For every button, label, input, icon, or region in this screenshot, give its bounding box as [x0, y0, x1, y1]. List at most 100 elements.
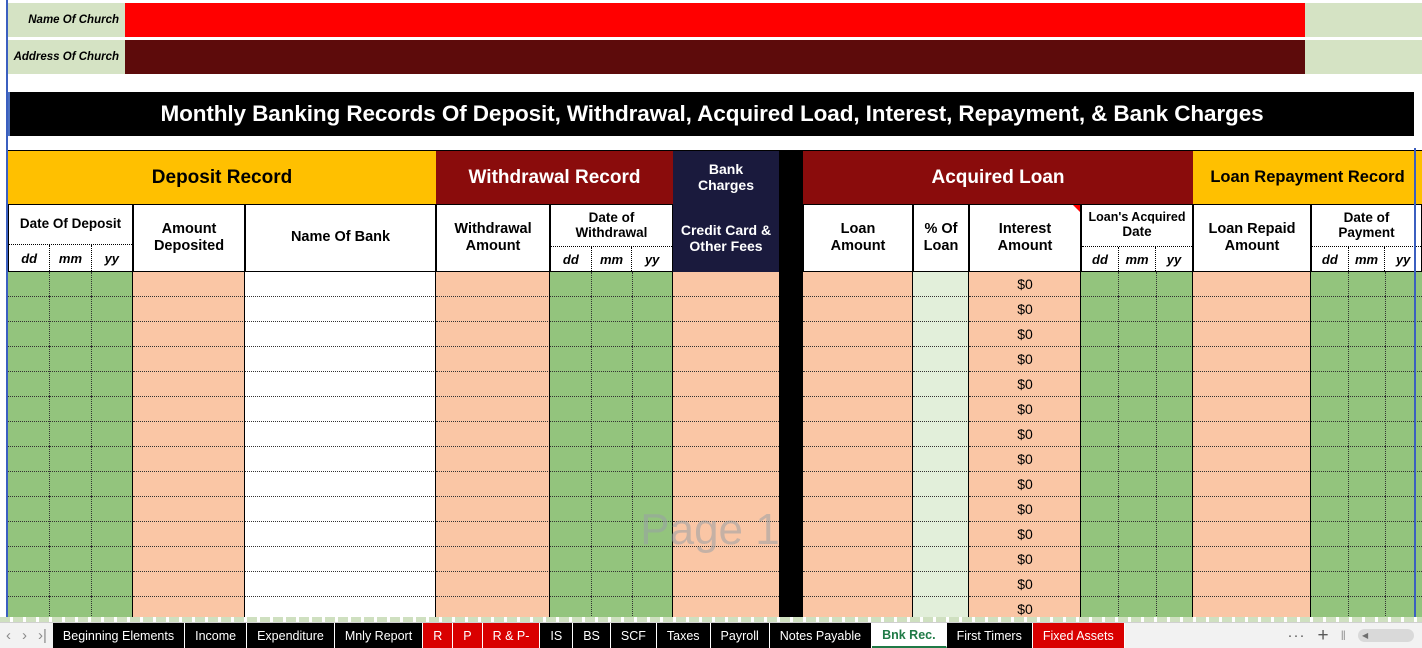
table-cell[interactable] — [245, 572, 436, 597]
column-withdrawal-amount[interactable] — [436, 272, 550, 622]
table-cell[interactable] — [8, 272, 49, 297]
table-cell[interactable] — [8, 547, 49, 572]
table-cell[interactable] — [591, 422, 632, 447]
table-cell[interactable] — [91, 547, 133, 572]
table-cell[interactable] — [8, 472, 49, 497]
table-cell[interactable] — [436, 497, 550, 522]
table-cell[interactable] — [1193, 472, 1311, 497]
table-cell[interactable] — [1156, 297, 1193, 322]
table-cell[interactable] — [8, 522, 49, 547]
table-cell[interactable] — [1118, 322, 1156, 347]
table-cell[interactable] — [436, 447, 550, 472]
table-cell[interactable] — [1311, 272, 1348, 297]
table-cell[interactable] — [1348, 322, 1385, 347]
table-cell[interactable] — [133, 372, 245, 397]
table-cell[interactable] — [1385, 272, 1422, 297]
table-cell[interactable] — [436, 522, 550, 547]
column-deposit-yy[interactable] — [91, 272, 133, 622]
sheet-tab-r-p[interactable]: R & P- — [482, 623, 541, 648]
table-cell[interactable] — [8, 322, 49, 347]
table-cell[interactable] — [803, 447, 913, 472]
table-cell[interactable] — [591, 322, 632, 347]
table-cell[interactable] — [591, 297, 632, 322]
sheet-nav-last-icon[interactable]: ›| — [38, 627, 47, 644]
table-cell[interactable] — [550, 297, 591, 322]
table-cell[interactable] — [1081, 347, 1118, 372]
table-cell[interactable] — [49, 572, 91, 597]
table-cell[interactable] — [1348, 522, 1385, 547]
table-cell[interactable] — [1348, 372, 1385, 397]
table-cell[interactable] — [245, 297, 436, 322]
table-cell[interactable] — [49, 472, 91, 497]
table-cell[interactable] — [1156, 372, 1193, 397]
table-cell[interactable] — [1156, 522, 1193, 547]
table-cell[interactable] — [673, 497, 779, 522]
table-cell[interactable] — [591, 372, 632, 397]
table-cell[interactable] — [1193, 297, 1311, 322]
table-cell[interactable] — [1193, 372, 1311, 397]
table-cell[interactable] — [49, 547, 91, 572]
sheet-tab-p[interactable]: P — [453, 623, 483, 648]
table-cell[interactable] — [673, 447, 779, 472]
table-cell[interactable] — [91, 447, 133, 472]
table-cell[interactable] — [550, 322, 591, 347]
table-cell[interactable] — [803, 472, 913, 497]
table-cell[interactable] — [550, 472, 591, 497]
table-cell[interactable] — [1193, 397, 1311, 422]
table-cell[interactable] — [1081, 297, 1118, 322]
table-cell[interactable] — [803, 397, 913, 422]
sheet-tab-bs[interactable]: BS — [573, 623, 611, 648]
table-cell[interactable] — [591, 447, 632, 472]
sheet-tab-first-timers[interactable]: First Timers — [946, 623, 1033, 648]
table-cell[interactable] — [913, 272, 969, 297]
table-cell[interactable] — [550, 522, 591, 547]
table-cell[interactable] — [632, 522, 673, 547]
table-cell[interactable] — [673, 547, 779, 572]
table-cell[interactable] — [803, 547, 913, 572]
table-cell[interactable] — [1348, 447, 1385, 472]
table-cell[interactable] — [550, 447, 591, 472]
table-cell[interactable] — [245, 497, 436, 522]
table-cell[interactable] — [913, 297, 969, 322]
table-cell[interactable] — [632, 422, 673, 447]
table-cell[interactable] — [673, 322, 779, 347]
table-cell[interactable] — [133, 447, 245, 472]
table-cell[interactable] — [673, 572, 779, 597]
table-cell[interactable] — [245, 347, 436, 372]
table-cell[interactable] — [49, 397, 91, 422]
table-cell[interactable] — [1311, 297, 1348, 322]
table-cell[interactable]: $0 — [969, 397, 1081, 422]
table-cell[interactable] — [436, 347, 550, 372]
table-cell[interactable]: $0 — [969, 447, 1081, 472]
table-cell[interactable] — [245, 272, 436, 297]
table-cell[interactable] — [1156, 572, 1193, 597]
table-cell[interactable]: $0 — [969, 372, 1081, 397]
sheet-tab-payroll[interactable]: Payroll — [710, 623, 770, 648]
tab-split-handle[interactable]: ‖ — [1341, 628, 1346, 643]
column-loan-repaid-amount[interactable] — [1193, 272, 1311, 622]
sheet-tab-scf[interactable]: SCF — [610, 623, 657, 648]
table-cell[interactable] — [803, 322, 913, 347]
table-cell[interactable] — [133, 472, 245, 497]
table-cell[interactable] — [1385, 372, 1422, 397]
table-cell[interactable] — [91, 347, 133, 372]
table-cell[interactable] — [436, 422, 550, 447]
table-cell[interactable]: $0 — [969, 347, 1081, 372]
table-cell[interactable] — [1348, 397, 1385, 422]
table-cell[interactable] — [91, 372, 133, 397]
table-cell[interactable] — [550, 397, 591, 422]
table-cell[interactable] — [436, 472, 550, 497]
sheet-overflow-icon[interactable]: ··· — [1288, 627, 1306, 644]
table-cell[interactable] — [1193, 422, 1311, 447]
table-cell[interactable] — [8, 572, 49, 597]
table-cell[interactable] — [8, 422, 49, 447]
table-cell[interactable] — [8, 497, 49, 522]
table-cell[interactable] — [1193, 272, 1311, 297]
table-cell[interactable] — [1081, 272, 1118, 297]
table-cell[interactable] — [133, 547, 245, 572]
table-cell[interactable] — [673, 297, 779, 322]
table-cell[interactable] — [1156, 272, 1193, 297]
table-cell[interactable] — [245, 522, 436, 547]
table-cell[interactable] — [1348, 347, 1385, 372]
sheet-tab-notes-payable[interactable]: Notes Payable — [769, 623, 873, 648]
